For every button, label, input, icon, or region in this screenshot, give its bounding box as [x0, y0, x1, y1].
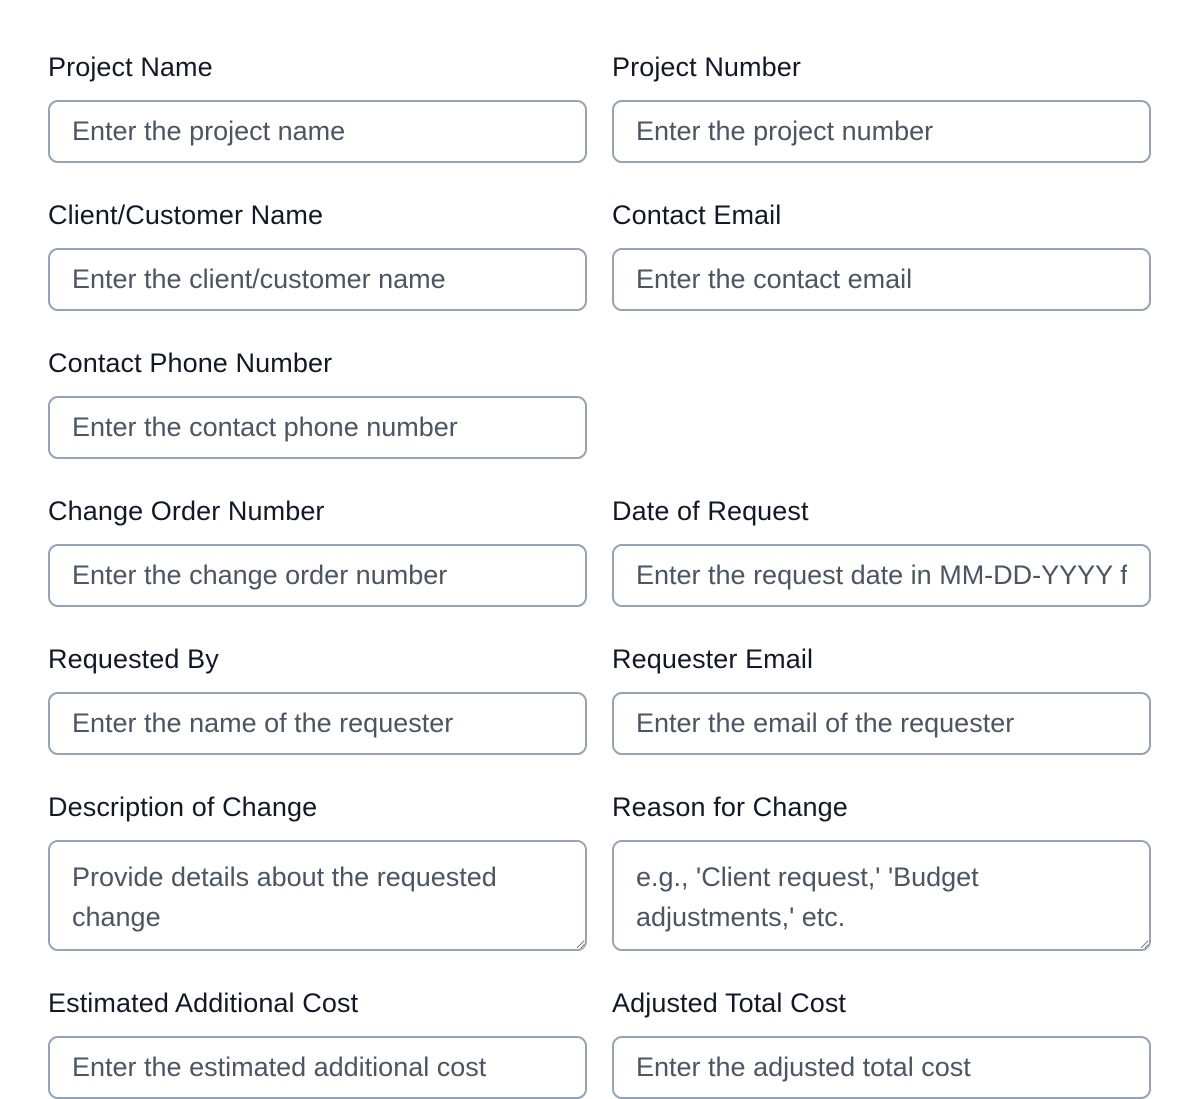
form-row: Project Name Project Number [48, 0, 1152, 163]
date-of-request-label: Date of Request [612, 496, 809, 526]
project-number-field: Project Number [612, 0, 1151, 163]
change-order-number-field: Change Order Number [48, 444, 587, 607]
project-name-field: Project Name [48, 0, 587, 163]
requested-by-label: Requested By [48, 644, 219, 674]
requester-email-label: Requester Email [612, 644, 814, 674]
contact-email-label: Contact Email [612, 200, 782, 230]
change-order-number-label: Change Order Number [48, 496, 325, 526]
form-row: Change Order Number Date of Request [48, 444, 1152, 607]
adjusted-total-input[interactable] [612, 1036, 1151, 1099]
reason-field: Reason for Change [612, 740, 1151, 951]
change-order-form: Project Name Project Number Client/Custo… [0, 0, 1200, 1099]
date-of-request-field: Date of Request [612, 444, 1151, 607]
form-row: Estimated Additional Cost Adjusted Total… [48, 936, 1152, 1099]
adjusted-total-label: Adjusted Total Cost [612, 988, 847, 1018]
description-field: Description of Change [48, 740, 587, 951]
form-row: Requested By Requester Email [48, 592, 1152, 755]
project-name-label: Project Name [48, 52, 213, 82]
estimated-cost-field: Estimated Additional Cost [48, 936, 587, 1099]
reason-textarea[interactable] [612, 840, 1151, 951]
form-row: Client/Customer Name Contact Email [48, 148, 1152, 311]
form-row: Contact Phone Number [48, 296, 1152, 459]
description-label: Description of Change [48, 792, 318, 822]
reason-label: Reason for Change [612, 792, 848, 822]
contact-phone-field: Contact Phone Number [48, 296, 587, 459]
description-textarea[interactable] [48, 840, 587, 951]
requester-email-field: Requester Email [612, 592, 1151, 755]
estimated-cost-input[interactable] [48, 1036, 587, 1099]
client-name-label: Client/Customer Name [48, 200, 324, 230]
contact-email-field: Contact Email [612, 148, 1151, 311]
client-name-field: Client/Customer Name [48, 148, 587, 311]
contact-email-input[interactable] [612, 248, 1151, 311]
estimated-cost-label: Estimated Additional Cost [48, 988, 359, 1018]
requested-by-field: Requested By [48, 592, 587, 755]
contact-phone-label: Contact Phone Number [48, 348, 333, 378]
adjusted-total-field: Adjusted Total Cost [612, 936, 1151, 1099]
form-row: Description of Change Reason for Change [48, 740, 1152, 951]
project-number-label: Project Number [612, 52, 801, 82]
